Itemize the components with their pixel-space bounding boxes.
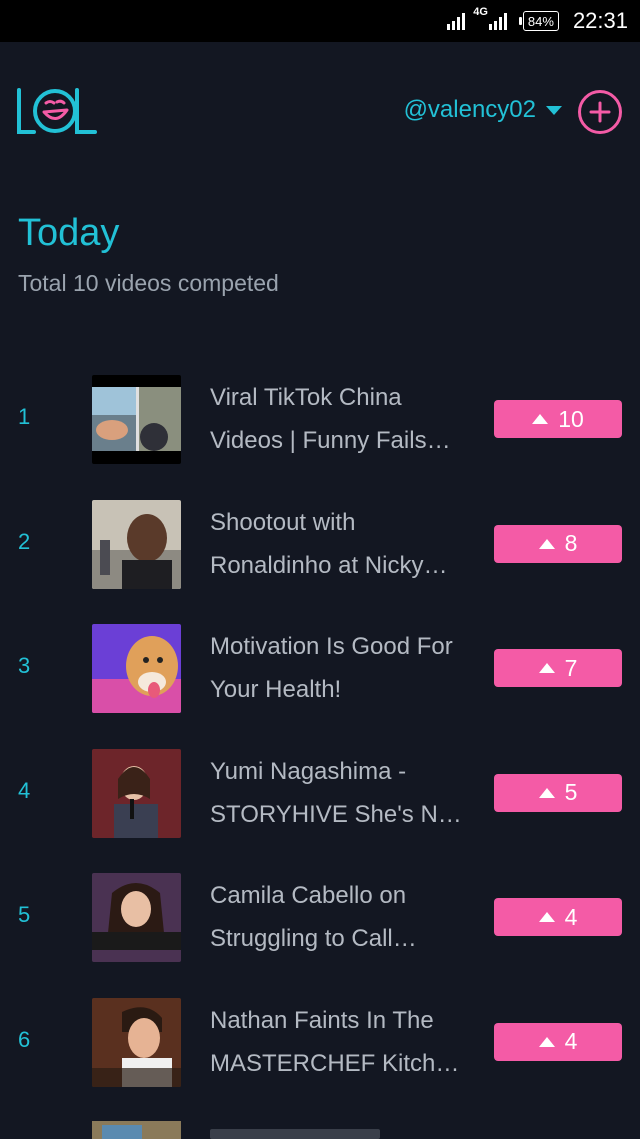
upvote-button[interactable]: 7 <box>494 649 622 687</box>
arrow-up-icon <box>538 787 555 798</box>
video-title-line: Motivation Is Good For <box>210 633 453 660</box>
video-title-line: Yumi Nagashima - <box>210 757 407 785</box>
vote-count: 5 <box>564 779 578 805</box>
list-item[interactable]: 5 Camila Cabello on Struggling to Call… … <box>0 870 640 995</box>
video-title-line: Videos | Funny Fails… <box>210 427 451 454</box>
upvote-button[interactable]: 10 <box>494 400 622 438</box>
list-item[interactable]: 6 Nathan Faints In The MASTERCHEF Kitch…… <box>0 995 640 1120</box>
video-title[interactable]: Viral TikTok China Videos | Funny Fails… <box>210 376 470 462</box>
upvote-button[interactable]: 5 <box>494 773 622 812</box>
video-thumbnail[interactable] <box>92 624 181 713</box>
rank-number: 3 <box>18 653 31 678</box>
plus-icon <box>589 101 611 123</box>
lol-logo-icon <box>17 88 97 134</box>
section-title: Today <box>18 212 120 254</box>
vote-count: 4 <box>564 1028 578 1054</box>
rank-number: 6 <box>18 1026 31 1052</box>
vote-count: 7 <box>564 654 578 681</box>
list-item[interactable]: 3 Motivation Is Good For Your Health! 7 <box>0 621 640 746</box>
video-title-line: Viral TikTok China <box>210 384 402 411</box>
video-title-line: Struggling to Call… <box>210 925 417 952</box>
rank-number: 5 <box>18 902 31 927</box>
status-bar: 4G 84% 22:31 <box>0 0 640 42</box>
list-item[interactable]: 2 Shootout with Ronaldinho at Nicky… 8 <box>0 497 640 622</box>
upvote-button[interactable]: 8 <box>494 524 622 563</box>
vote-count: 10 <box>558 405 584 432</box>
vote-count: 8 <box>564 530 578 556</box>
rank-number: 4 <box>18 777 31 803</box>
vote-count: 4 <box>564 903 578 930</box>
list-item-partial[interactable] <box>0 1119 640 1139</box>
app-header: @valency02 <box>0 42 640 182</box>
arrow-up-icon <box>532 414 549 424</box>
video-title[interactable]: Shootout with Ronaldinho at Nicky… <box>210 501 470 587</box>
video-thumbnail[interactable] <box>92 375 181 464</box>
video-title-line: Your Health! <box>210 676 342 703</box>
video-thumbnail[interactable] <box>92 499 181 589</box>
section-subtitle: Total 10 videos competed <box>18 270 279 296</box>
video-thumbnail[interactable] <box>92 873 181 962</box>
list-item[interactable]: 4 Yumi Nagashima - STORYHIVE She's No… 5 <box>0 746 640 871</box>
video-title-line: STORYHIVE She's No… <box>210 800 470 828</box>
video-title-line: Ronaldinho at Nicky… <box>210 551 448 579</box>
video-title[interactable]: Yumi Nagashima - STORYHIVE She's No… <box>210 750 470 836</box>
video-title-line: Shootout with <box>210 508 356 536</box>
video-thumbnail[interactable] <box>92 1121 181 1139</box>
video-title-line: MASTERCHEF Kitch… <box>210 1049 460 1077</box>
video-title[interactable]: Camila Cabello on Struggling to Call… <box>210 874 470 960</box>
arrow-up-icon <box>538 663 555 673</box>
arrow-up-icon <box>538 912 555 922</box>
signal-icon <box>447 12 466 30</box>
rank-number: 2 <box>18 528 31 554</box>
account-switcher[interactable]: @valency02 <box>404 96 562 124</box>
battery-icon: 84% <box>518 11 559 31</box>
video-thumbnail[interactable] <box>92 997 181 1087</box>
video-thumbnail[interactable] <box>92 748 181 838</box>
clock: 22:31 <box>572 8 628 33</box>
account-name: @valency02 <box>403 96 536 123</box>
video-title[interactable]: Motivation Is Good For Your Health! <box>210 625 470 711</box>
video-ranking-list: 1 Viral TikTok China Videos | Funny Fail… <box>0 372 640 1119</box>
add-video-button[interactable] <box>578 90 622 134</box>
list-item[interactable]: 1 Viral TikTok China Videos | Funny Fail… <box>0 372 640 497</box>
upvote-button[interactable]: 4 <box>494 898 622 936</box>
chevron-down-icon <box>546 105 562 115</box>
video-title[interactable]: Nathan Faints In The MASTERCHEF Kitch… <box>210 999 470 1085</box>
arrow-up-icon <box>538 538 555 549</box>
upvote-button[interactable]: 4 <box>494 1022 622 1061</box>
battery-level: 84% <box>527 13 554 29</box>
video-title-line: Camila Cabello on <box>210 882 407 909</box>
signal-icon-2 <box>488 12 507 30</box>
arrow-up-icon <box>538 1036 555 1047</box>
rank-number: 1 <box>18 404 31 429</box>
network-type: 4G <box>473 6 488 18</box>
video-title-line: Nathan Faints In The <box>210 1006 434 1034</box>
